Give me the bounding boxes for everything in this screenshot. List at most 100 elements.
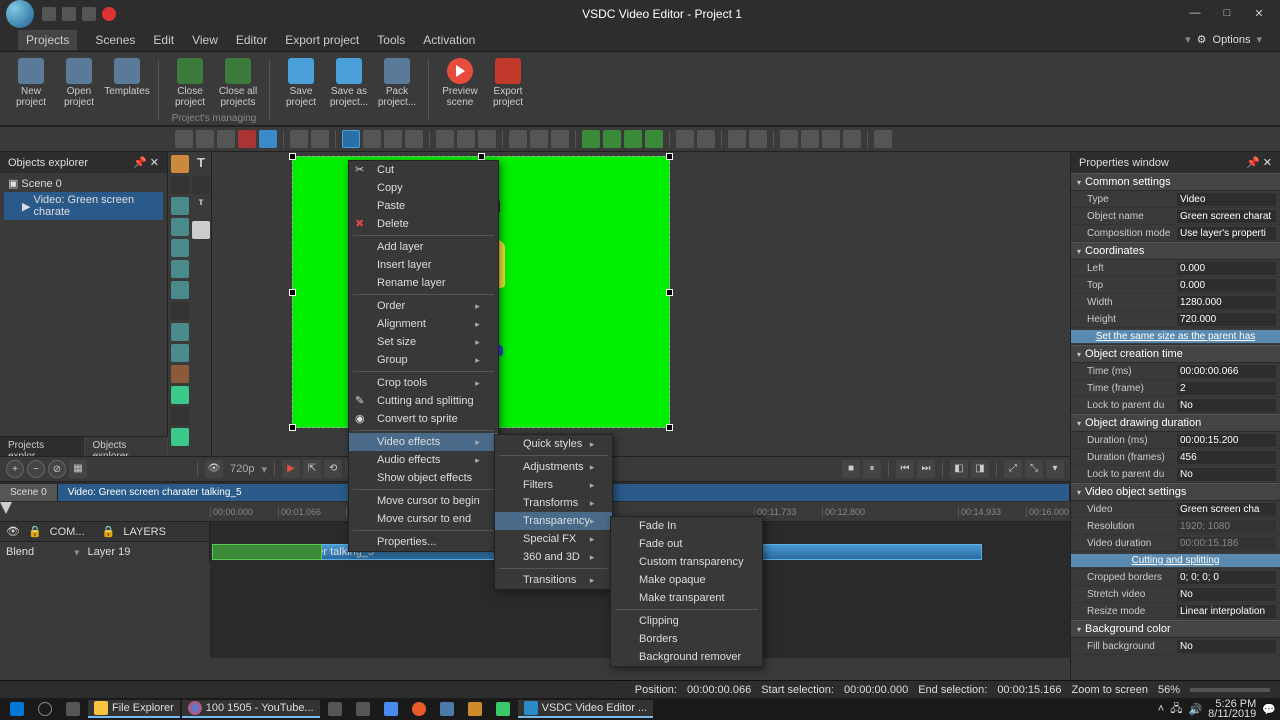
lock-icon[interactable]: 🔒 — [28, 525, 42, 538]
tray-volume-icon[interactable]: 🔊 — [1188, 703, 1202, 716]
record-icon[interactable] — [102, 7, 116, 21]
menu-edit[interactable]: Edit — [153, 33, 174, 47]
new-project-button[interactable]: New project — [8, 56, 54, 110]
gear-icon[interactable]: ⚙ — [1197, 33, 1207, 46]
tab-projects-explorer[interactable]: Projects explor... — [0, 437, 85, 456]
distribute-icon[interactable] — [509, 130, 527, 148]
export-project-button[interactable]: Export project — [485, 56, 531, 110]
shape-tool-icon[interactable] — [192, 176, 210, 194]
menu-item-rename-layer[interactable]: Rename layer — [349, 274, 498, 292]
tool-icon[interactable] — [780, 130, 798, 148]
order-icon[interactable] — [603, 130, 621, 148]
tool-icon[interactable] — [801, 130, 819, 148]
start-button[interactable] — [4, 700, 30, 718]
menu-export[interactable]: Export project — [285, 33, 359, 47]
lock-icon[interactable]: 🔒 — [102, 525, 116, 538]
minimize-button[interactable]: — — [1188, 7, 1202, 21]
section-creation[interactable]: Object creation time — [1071, 345, 1280, 363]
taskbar-app[interactable] — [462, 700, 488, 718]
section-bgcolor[interactable]: Background color — [1071, 620, 1280, 638]
tab-objects-explorer[interactable]: Objects explorer — [85, 437, 169, 456]
menu-item-show-object-effects[interactable]: Show object effects — [349, 469, 498, 487]
section-common[interactable]: Common settings — [1071, 173, 1280, 191]
tool-icon[interactable] — [259, 130, 277, 148]
shape-tool-icon[interactable] — [171, 428, 189, 446]
group-icon[interactable] — [697, 130, 715, 148]
taskbar-app[interactable] — [350, 700, 376, 718]
menu-item-fade-in[interactable]: Fade In — [611, 517, 762, 535]
tc-button[interactable]: ⇱ — [303, 460, 321, 478]
menu-item-video-effects[interactable]: Video effects — [349, 433, 498, 451]
gear-icon[interactable] — [874, 130, 892, 148]
menu-item-cutting-and-splitting[interactable]: ✎Cutting and splitting — [349, 392, 498, 410]
dropdown-icon[interactable]: ▾ — [1185, 33, 1191, 46]
menu-item-make-opaque[interactable]: Make opaque — [611, 571, 762, 589]
menu-item-convert-to-sprite[interactable]: ◉Convert to sprite — [349, 410, 498, 428]
menu-item-clipping[interactable]: Clipping — [611, 612, 762, 630]
options-label[interactable]: Options — [1213, 34, 1251, 46]
tool-icon[interactable] — [749, 130, 767, 148]
taskbar-file-explorer[interactable]: File Explorer — [88, 700, 180, 718]
shape-tool-icon[interactable] — [171, 197, 189, 215]
templates-button[interactable]: Templates — [104, 56, 150, 110]
top-value[interactable]: 0.000 — [1177, 279, 1276, 292]
taskbar-app[interactable] — [322, 700, 348, 718]
order-icon[interactable] — [624, 130, 642, 148]
menu-item-borders[interactable]: Borders — [611, 630, 762, 648]
height-value[interactable]: 720.000 — [1177, 313, 1276, 326]
section-video[interactable]: Video object settings — [1071, 483, 1280, 501]
taskbar-chrome[interactable]: 100 1505 - YouTube... — [182, 700, 320, 718]
tc-button[interactable]: ⤢ — [1004, 460, 1022, 478]
undo-icon[interactable] — [290, 130, 308, 148]
section-coordinates[interactable]: Coordinates — [1071, 242, 1280, 260]
same-size-link[interactable]: Set the same size as the parent has — [1071, 330, 1280, 343]
tool-icon[interactable] — [843, 130, 861, 148]
shape-tool-icon[interactable] — [171, 218, 189, 236]
align-icon[interactable] — [363, 130, 381, 148]
tooltip-tool-icon[interactable] — [192, 221, 210, 239]
menu-item-cut[interactable]: ✂Cut — [349, 161, 498, 179]
close-project-button[interactable]: Close project — [167, 56, 213, 110]
move-tool-icon[interactable] — [171, 407, 189, 425]
shape-tool-icon[interactable] — [171, 386, 189, 404]
pack-project-button[interactable]: Pack project... — [374, 56, 420, 110]
playhead-icon[interactable] — [0, 502, 12, 514]
tc-button[interactable]: ◧ — [950, 460, 968, 478]
qa-icon[interactable] — [82, 7, 96, 21]
left-value[interactable]: 0.000 — [1177, 262, 1276, 275]
menu-activation[interactable]: Activation — [423, 33, 475, 47]
panel-pin-icon[interactable]: 📌 ✕ — [1246, 156, 1272, 169]
menu-item-insert-layer[interactable]: Insert layer — [349, 256, 498, 274]
align-icon[interactable] — [478, 130, 496, 148]
tray-chevron-icon[interactable]: ˄ — [1158, 703, 1164, 715]
menu-item-filters[interactable]: Filters — [495, 476, 612, 494]
copy-icon[interactable] — [196, 130, 214, 148]
menu-item-transforms[interactable]: Transforms — [495, 494, 612, 512]
menu-item-quick-styles[interactable]: Quick styles — [495, 435, 612, 453]
chart-tool-icon[interactable] — [171, 155, 189, 173]
align-icon[interactable] — [457, 130, 475, 148]
redo-icon[interactable] — [311, 130, 329, 148]
paste-icon[interactable] — [217, 130, 235, 148]
tc-button[interactable]: ⊘ — [48, 460, 66, 478]
menu-item-alignment[interactable]: Alignment — [349, 315, 498, 333]
menu-item-adjustments[interactable]: Adjustments — [495, 458, 612, 476]
prev-button[interactable]: ⏮ — [896, 460, 914, 478]
subtitle-tool-icon[interactable]: т — [192, 197, 210, 215]
menu-item-crop-tools[interactable]: Crop tools — [349, 374, 498, 392]
tree-video-item[interactable]: ▶Video: Green screen charate — [4, 192, 163, 220]
cursor-tool-icon[interactable] — [171, 176, 189, 194]
delete-icon[interactable] — [238, 130, 256, 148]
menu-item-make-transparent[interactable]: Make transparent — [611, 589, 762, 607]
menu-item-group[interactable]: Group — [349, 351, 498, 369]
menu-tools[interactable]: Tools — [377, 33, 405, 47]
menu-item-360-and-3d[interactable]: 360 and 3D — [495, 548, 612, 566]
menu-item-audio-effects[interactable]: Audio effects — [349, 451, 498, 469]
menu-item-set-size[interactable]: Set size — [349, 333, 498, 351]
align-icon[interactable] — [384, 130, 402, 148]
cut-icon[interactable] — [175, 130, 193, 148]
menu-scenes[interactable]: Scenes — [95, 33, 135, 47]
next-button[interactable]: ⏭ — [917, 460, 935, 478]
tray-network-icon[interactable]: 🖧 — [1170, 700, 1182, 719]
line-tool-icon[interactable] — [171, 302, 189, 320]
